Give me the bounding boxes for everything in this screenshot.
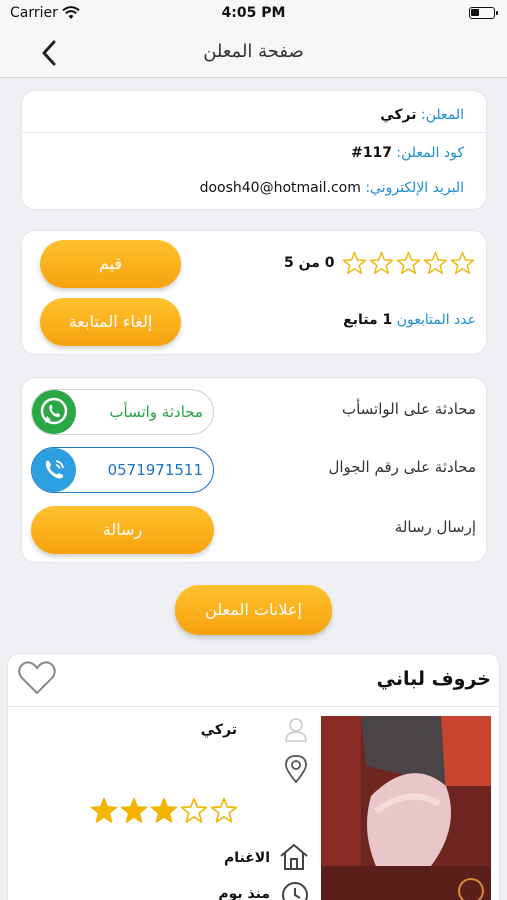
rate-button[interactable]: قيم [40, 240, 181, 288]
followers-row: عدد المتابعون 1 متابع [343, 312, 476, 328]
advertiser-email-label: البريد الإلكتروني: [365, 180, 464, 196]
ad-photo[interactable] [321, 716, 491, 900]
star-filled-icon [120, 797, 148, 823]
status-bar: Carrier 4:05 PM [0, 0, 507, 28]
whatsapp-icon [32, 390, 76, 434]
message-row-label: إرسال رسالة [394, 518, 476, 536]
page-title: صفحة المعلن [203, 41, 304, 62]
rating-follow-card: قيم إلغاء المتابعة 0 من 5 عدد المتابعون … [21, 230, 487, 355]
ad-time: منذ يوم [218, 886, 270, 900]
send-message-button[interactable]: رسالة [31, 506, 214, 554]
battery-icon [469, 7, 498, 19]
navigation-bar: صفحة المعلن [0, 28, 507, 78]
divider [8, 706, 499, 707]
unfollow-button[interactable]: إلغاء المتابعة [40, 298, 181, 346]
star-empty-icon[interactable] [450, 251, 475, 276]
advertiser-email-row: البريد الإلكتروني: doosh40@hotmail.com [200, 180, 464, 196]
whatsapp-row-label: محادثة على الواتسأب [341, 400, 476, 418]
whatsapp-chat-button[interactable]: محادثة واتسأب [31, 389, 214, 435]
phone-number-value: 0571971511 [107, 461, 203, 479]
followers-value: 1 متابع [343, 312, 393, 328]
ad-card[interactable]: خروف لباني تركي الاغنام منذ يوم [7, 653, 500, 900]
advertiser-email-value[interactable]: doosh40@hotmail.com [200, 180, 361, 196]
star-empty-icon[interactable] [396, 251, 421, 276]
advertiser-name-row: المعلن: تركي [380, 107, 464, 123]
heart-favorite-icon[interactable] [17, 660, 57, 700]
ad-category: الاغنام [223, 850, 270, 866]
user-icon [283, 716, 309, 746]
advertiser-name-value: تركي [380, 107, 417, 123]
advertiser-code-row: كود المعلن: #117 [351, 145, 464, 161]
divider [22, 132, 486, 133]
whatsapp-chat-label: محادثة واتسأب [109, 403, 203, 421]
home-category-icon [278, 842, 310, 876]
star-empty-icon[interactable] [423, 251, 448, 276]
rating-text: 0 من 5 [284, 255, 335, 271]
star-empty-icon[interactable] [342, 251, 367, 276]
phone-icon [32, 448, 76, 492]
clock-icon [280, 880, 310, 900]
phone-call-button[interactable]: 0571971511 [31, 447, 214, 493]
ad-rating-stars [90, 797, 240, 825]
rating-stars[interactable] [342, 251, 477, 276]
advertiser-code-value: #117 [350, 145, 392, 161]
contact-card: محادثة واتسأب محادثة على الواتسأب 057197… [21, 377, 487, 563]
advertiser-code-label: كود المعلن: [396, 145, 464, 161]
advertiser-ads-button[interactable]: إعلانات المعلن [175, 585, 332, 635]
star-empty-icon[interactable] [369, 251, 394, 276]
phone-row-label: محادثة على رقم الجوال [328, 458, 476, 476]
star-filled-icon [150, 797, 178, 823]
followers-label: عدد المتابعون [396, 312, 476, 328]
status-time: 4:05 PM [221, 5, 286, 21]
advertiser-info-card: المعلن: تركي كود المعلن: #117 البريد الإ… [21, 90, 487, 210]
star-empty-icon [210, 797, 238, 823]
star-filled-icon [90, 797, 118, 823]
star-empty-icon [180, 797, 208, 823]
location-pin-icon [284, 754, 308, 788]
ad-user-name: تركي [200, 722, 237, 738]
advertiser-name-label: المعلن: [420, 107, 464, 123]
ad-title[interactable]: خروف لباني [377, 668, 491, 690]
